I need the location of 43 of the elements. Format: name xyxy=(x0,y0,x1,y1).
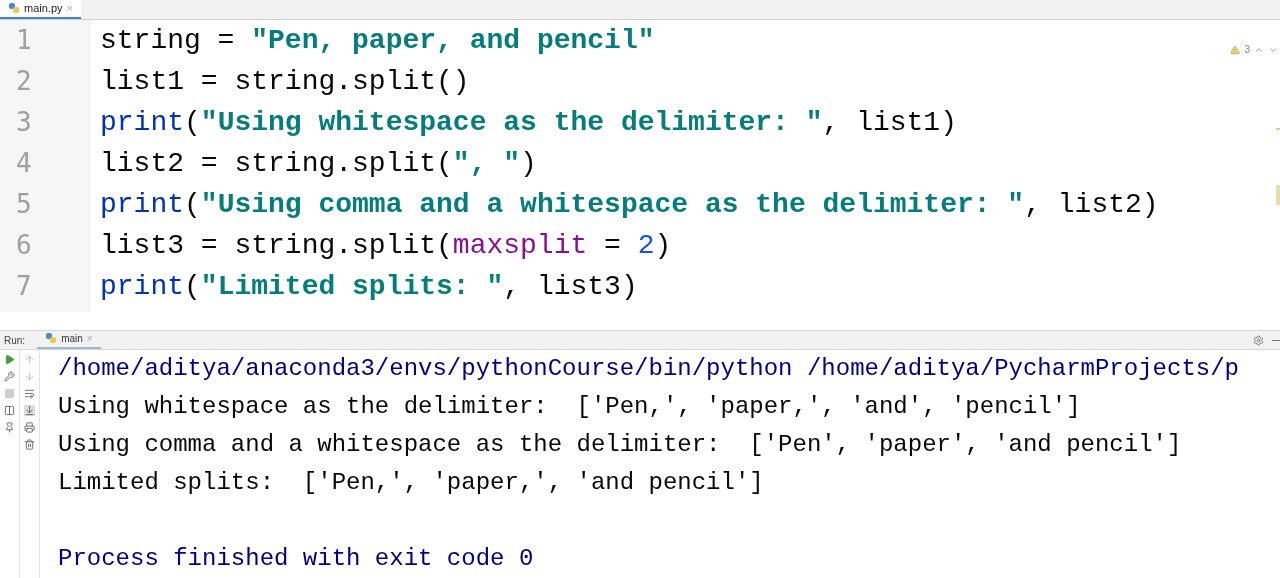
stop-icon[interactable] xyxy=(4,388,15,399)
editor-tab[interactable]: main.py × xyxy=(0,0,81,19)
warning-icon xyxy=(1230,44,1241,55)
python-file-icon xyxy=(45,332,58,344)
trash-icon[interactable] xyxy=(24,439,35,450)
console-line: Using comma and a whitespace as the delimiter: ['Pen', 'paper', 'and pencil'] xyxy=(58,433,1182,457)
code-line: print("Using comma and a whitespace as the delimiter: ", list2) xyxy=(100,190,1159,219)
run-tab[interactable]: main × xyxy=(37,329,101,349)
wrench-icon[interactable] xyxy=(4,371,15,382)
console-line: /home/aditya/anaconda3/envs/pythonCourse/bin/python /home/aditya/PycharmProjects/p xyxy=(58,357,1239,381)
console-line: Process finished with exit code 0 xyxy=(58,547,534,571)
line-number: 7 xyxy=(16,270,32,303)
arrow-down-icon[interactable] xyxy=(24,371,35,382)
code-line: string = "Pen, paper, and pencil" xyxy=(100,26,655,55)
python-file-icon xyxy=(8,2,20,14)
line-number: 1 xyxy=(16,24,32,57)
line-number: 6 xyxy=(16,229,32,262)
printer-icon[interactable] xyxy=(24,422,35,433)
close-icon[interactable]: × xyxy=(86,330,93,346)
code-line: print("Limited splits: ", list3) xyxy=(100,272,638,301)
close-icon[interactable]: × xyxy=(66,0,73,17)
line-number: 2 xyxy=(16,65,32,98)
pin-icon[interactable] xyxy=(4,422,15,433)
line-number: 5 xyxy=(16,188,32,221)
code-line: list1 = string.split() xyxy=(100,67,470,96)
line-number: 4 xyxy=(16,147,32,180)
scroll-to-end-icon[interactable] xyxy=(24,405,35,416)
soft-wrap-icon[interactable] xyxy=(24,388,35,399)
run-icon[interactable] xyxy=(4,354,15,365)
minimize-icon[interactable] xyxy=(1272,339,1280,341)
settings-icon[interactable] xyxy=(1253,334,1264,346)
console-line: Using whitespace as the delimiter: ['Pen,', 'paper,', 'and', 'pencil'] xyxy=(58,395,1081,419)
line-number: 3 xyxy=(16,106,32,139)
code-line: list3 = string.split(maxsplit = 2) xyxy=(100,231,672,260)
warning-count[interactable]: 3 xyxy=(1244,42,1250,57)
console-line: Limited splits: ['Pen,', 'paper,', 'and pencil'] xyxy=(58,471,764,495)
arrow-up-icon[interactable] xyxy=(24,354,35,365)
tab-label: main xyxy=(61,331,83,346)
code-line: list2 = string.split(", ") xyxy=(100,149,537,178)
run-label: Run: xyxy=(4,333,26,348)
layout-icon[interactable] xyxy=(4,405,15,416)
tab-label: main.py xyxy=(24,0,63,16)
code-line: print("Using whitespace as the delimiter: ", list1) xyxy=(100,108,957,137)
